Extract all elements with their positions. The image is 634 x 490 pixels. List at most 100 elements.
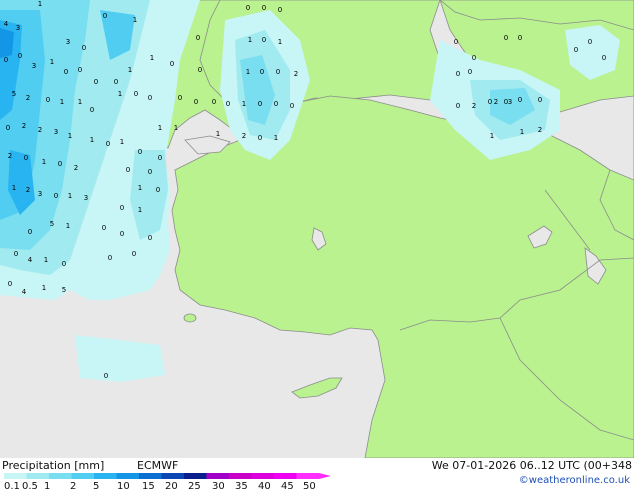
value-label: 0: [108, 254, 112, 262]
value-label: 0: [54, 192, 58, 200]
value-label: 0: [212, 98, 216, 106]
color-scale-label: 40: [258, 481, 271, 490]
value-label: 0: [226, 100, 230, 108]
precipitation-map: 4 3 1 0 3 0 1 0 1 0 0 5 3 0 0 0 0 1 1 2 …: [0, 0, 634, 458]
value-label: 0: [90, 106, 94, 114]
value-label: 0: [456, 70, 460, 78]
value-label: 0: [588, 38, 592, 46]
value-label: 1: [133, 16, 137, 24]
value-label: 0: [24, 154, 28, 162]
value-label: 0: [574, 46, 578, 54]
value-label: 0: [198, 66, 202, 74]
color-scale-label: 0.1: [4, 481, 20, 490]
color-scale-label: 25: [188, 481, 201, 490]
value-label: 0: [170, 60, 174, 68]
value-label: 0: [148, 234, 152, 242]
value-label: 1: [44, 256, 48, 264]
color-scale-bars: [4, 473, 331, 479]
value-label: 5: [12, 90, 16, 98]
value-label: 0: [518, 34, 522, 42]
color-scale-arrow: [319, 473, 331, 479]
value-label: 0: [290, 102, 294, 110]
value-label: 0: [262, 4, 266, 12]
value-label: 0: [276, 68, 280, 76]
value-label: 1: [278, 38, 282, 46]
value-label: 1: [158, 124, 162, 132]
value-label: 1: [150, 54, 154, 62]
color-scale-label: 45: [281, 481, 294, 490]
value-label: 1: [90, 136, 94, 144]
credit-link[interactable]: ©weatheronline.co.uk: [519, 475, 630, 486]
value-label: 0: [258, 100, 262, 108]
value-label: 0: [518, 96, 522, 104]
value-label: 0: [454, 38, 458, 46]
value-label: 4: [28, 256, 33, 264]
value-label: 1: [128, 66, 132, 74]
value-label: 1: [66, 222, 70, 230]
value-label: 0: [148, 168, 152, 176]
color-scale-swatch: [49, 473, 72, 479]
value-label: 0: [138, 148, 142, 156]
value-label: 1: [42, 284, 46, 292]
value-label: 0: [456, 102, 460, 110]
value-label: 0: [8, 280, 12, 288]
value-label: 0: [472, 54, 476, 62]
color-scale-swatch: [296, 473, 319, 479]
value-label: 0: [148, 94, 152, 102]
value-label: 0: [488, 98, 492, 106]
color-scale-swatch: [4, 473, 27, 479]
value-label: 1: [42, 158, 46, 166]
color-scale-swatch: [274, 473, 297, 479]
color-scale-label: 5: [93, 481, 99, 490]
color-scale-swatch: [251, 473, 274, 479]
value-label: 0: [602, 54, 606, 62]
value-label: 0: [78, 66, 82, 74]
value-label: 1: [50, 58, 54, 66]
value-label: 0: [120, 230, 124, 238]
land-rhodes: [183, 313, 197, 323]
color-scale-swatch: [71, 473, 94, 479]
value-label: 0: [103, 12, 107, 20]
color-scale-swatch: [161, 473, 184, 479]
color-scale-label: 50: [303, 481, 316, 490]
color-scale-label: 1: [44, 481, 50, 490]
color-scale-swatch: [139, 473, 162, 479]
color-scale-swatch: [116, 473, 139, 479]
value-label: 3: [508, 98, 512, 106]
value-label: 3: [54, 128, 58, 136]
value-label: 1: [138, 184, 142, 192]
value-label: 0: [106, 140, 110, 148]
value-label: 0: [158, 154, 162, 162]
value-label: 0: [102, 224, 106, 232]
value-label: 1: [118, 90, 122, 98]
value-label: 0: [4, 56, 8, 64]
value-label: 0: [114, 78, 118, 86]
color-scale-label: 15: [142, 481, 155, 490]
value-label: 0: [274, 100, 278, 108]
value-label: 2: [242, 132, 246, 140]
value-label: 1: [520, 128, 524, 136]
value-label: 0: [538, 96, 542, 104]
value-label: 0: [18, 52, 22, 60]
value-label: 1: [248, 36, 252, 44]
value-label: 1: [120, 138, 124, 146]
value-label: 1: [12, 184, 16, 192]
value-label: 0: [120, 204, 124, 212]
value-label: 2: [294, 70, 298, 78]
value-label: 0: [62, 260, 66, 268]
value-label: 5: [62, 286, 66, 294]
value-label: 3: [16, 24, 20, 32]
value-label: 0: [94, 78, 98, 86]
value-label: 0: [468, 68, 472, 76]
value-label: 0: [132, 250, 136, 258]
value-label: 2: [472, 102, 476, 110]
value-label: 0: [278, 6, 282, 14]
value-label: 2: [26, 186, 30, 194]
valid-datetime: We 07-01-2026 06..12 UTC (00+348: [431, 459, 632, 472]
color-scale-swatch: [184, 473, 207, 479]
value-label: 0: [258, 134, 262, 142]
value-label: 3: [32, 62, 36, 70]
value-label: 0: [104, 372, 108, 380]
value-label: 0: [260, 68, 264, 76]
value-label: 0: [178, 94, 182, 102]
